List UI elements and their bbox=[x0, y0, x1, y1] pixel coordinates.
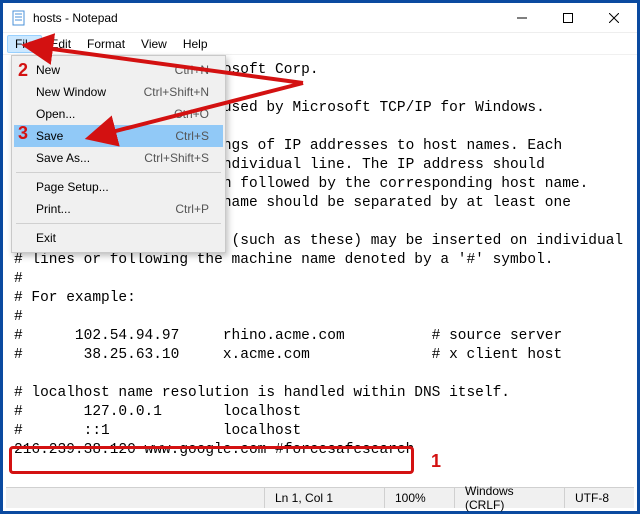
menu-item-label: Exit bbox=[36, 231, 56, 245]
menu-item-label: Page Setup... bbox=[36, 180, 109, 194]
menu-item-open[interactable]: Open... Ctrl+O bbox=[14, 103, 223, 125]
menu-item-save-as[interactable]: Save As... Ctrl+Shift+S bbox=[14, 147, 223, 169]
menu-item-label: Open... bbox=[36, 107, 75, 121]
status-eol: Windows (CRLF) bbox=[454, 488, 564, 508]
titlebar: hosts - Notepad bbox=[3, 3, 637, 33]
menu-item-label: New Window bbox=[36, 85, 106, 99]
maximize-button[interactable] bbox=[545, 3, 591, 33]
close-icon bbox=[609, 13, 619, 23]
menu-item-shortcut: Ctrl+P bbox=[175, 202, 209, 216]
maximize-icon bbox=[563, 13, 573, 23]
menu-item-new[interactable]: New Ctrl+N bbox=[14, 59, 223, 81]
menu-file[interactable]: File bbox=[7, 35, 42, 53]
minimize-icon bbox=[517, 13, 527, 23]
editor-line: 216.239.38.120 www.google.com #forcesafe… bbox=[14, 442, 414, 458]
menu-item-shortcut: Ctrl+N bbox=[175, 63, 209, 77]
minimize-button[interactable] bbox=[499, 3, 545, 33]
menu-item-shortcut: Ctrl+Shift+N bbox=[144, 85, 209, 99]
menu-view[interactable]: View bbox=[133, 35, 175, 53]
menubar: File Edit Format View Help bbox=[3, 33, 637, 55]
editor-line: # For example: bbox=[14, 290, 136, 306]
menu-item-page-setup[interactable]: Page Setup... bbox=[14, 176, 223, 198]
editor-line: # localhost name resolution is handled w… bbox=[14, 385, 510, 401]
menu-item-label: Save bbox=[36, 129, 63, 143]
status-encoding: UTF-8 bbox=[564, 488, 634, 508]
menu-format[interactable]: Format bbox=[79, 35, 133, 53]
menu-edit[interactable]: Edit bbox=[42, 35, 79, 53]
close-button[interactable] bbox=[591, 3, 637, 33]
menu-item-new-window[interactable]: New Window Ctrl+Shift+N bbox=[14, 81, 223, 103]
editor-line: # 127.0.0.1 localhost bbox=[14, 404, 301, 420]
window-controls bbox=[499, 3, 637, 33]
menu-item-print[interactable]: Print... Ctrl+P bbox=[14, 198, 223, 220]
file-menu-dropdown: New Ctrl+N New Window Ctrl+Shift+N Open.… bbox=[11, 55, 226, 253]
editor-line: # bbox=[14, 309, 23, 325]
menu-help[interactable]: Help bbox=[175, 35, 216, 53]
menu-item-shortcut: Ctrl+O bbox=[174, 107, 209, 121]
menu-item-shortcut: Ctrl+S bbox=[175, 129, 209, 143]
menu-item-label: Save As... bbox=[36, 151, 90, 165]
statusbar: Ln 1, Col 1 100% Windows (CRLF) UTF-8 bbox=[6, 487, 634, 508]
editor-line: # ::1 localhost bbox=[14, 423, 301, 439]
menu-item-exit[interactable]: Exit bbox=[14, 227, 223, 249]
editor-line: # 38.25.63.10 x.acme.com # x client host bbox=[14, 347, 562, 363]
editor-line: # lines or following the machine name de… bbox=[14, 252, 554, 268]
editor-line: # bbox=[14, 271, 23, 287]
menu-separator bbox=[16, 223, 221, 224]
notepad-icon bbox=[11, 10, 27, 26]
window-title: hosts - Notepad bbox=[33, 11, 118, 25]
menu-item-shortcut: Ctrl+Shift+S bbox=[144, 151, 209, 165]
menu-item-save[interactable]: Save Ctrl+S bbox=[14, 125, 223, 147]
menu-item-label: New bbox=[36, 63, 60, 77]
menu-separator bbox=[16, 172, 221, 173]
status-zoom: 100% bbox=[384, 488, 454, 508]
menu-item-label: Print... bbox=[36, 202, 71, 216]
status-position: Ln 1, Col 1 bbox=[264, 488, 384, 508]
editor-line: # 102.54.94.97 rhino.acme.com # source s… bbox=[14, 328, 562, 344]
